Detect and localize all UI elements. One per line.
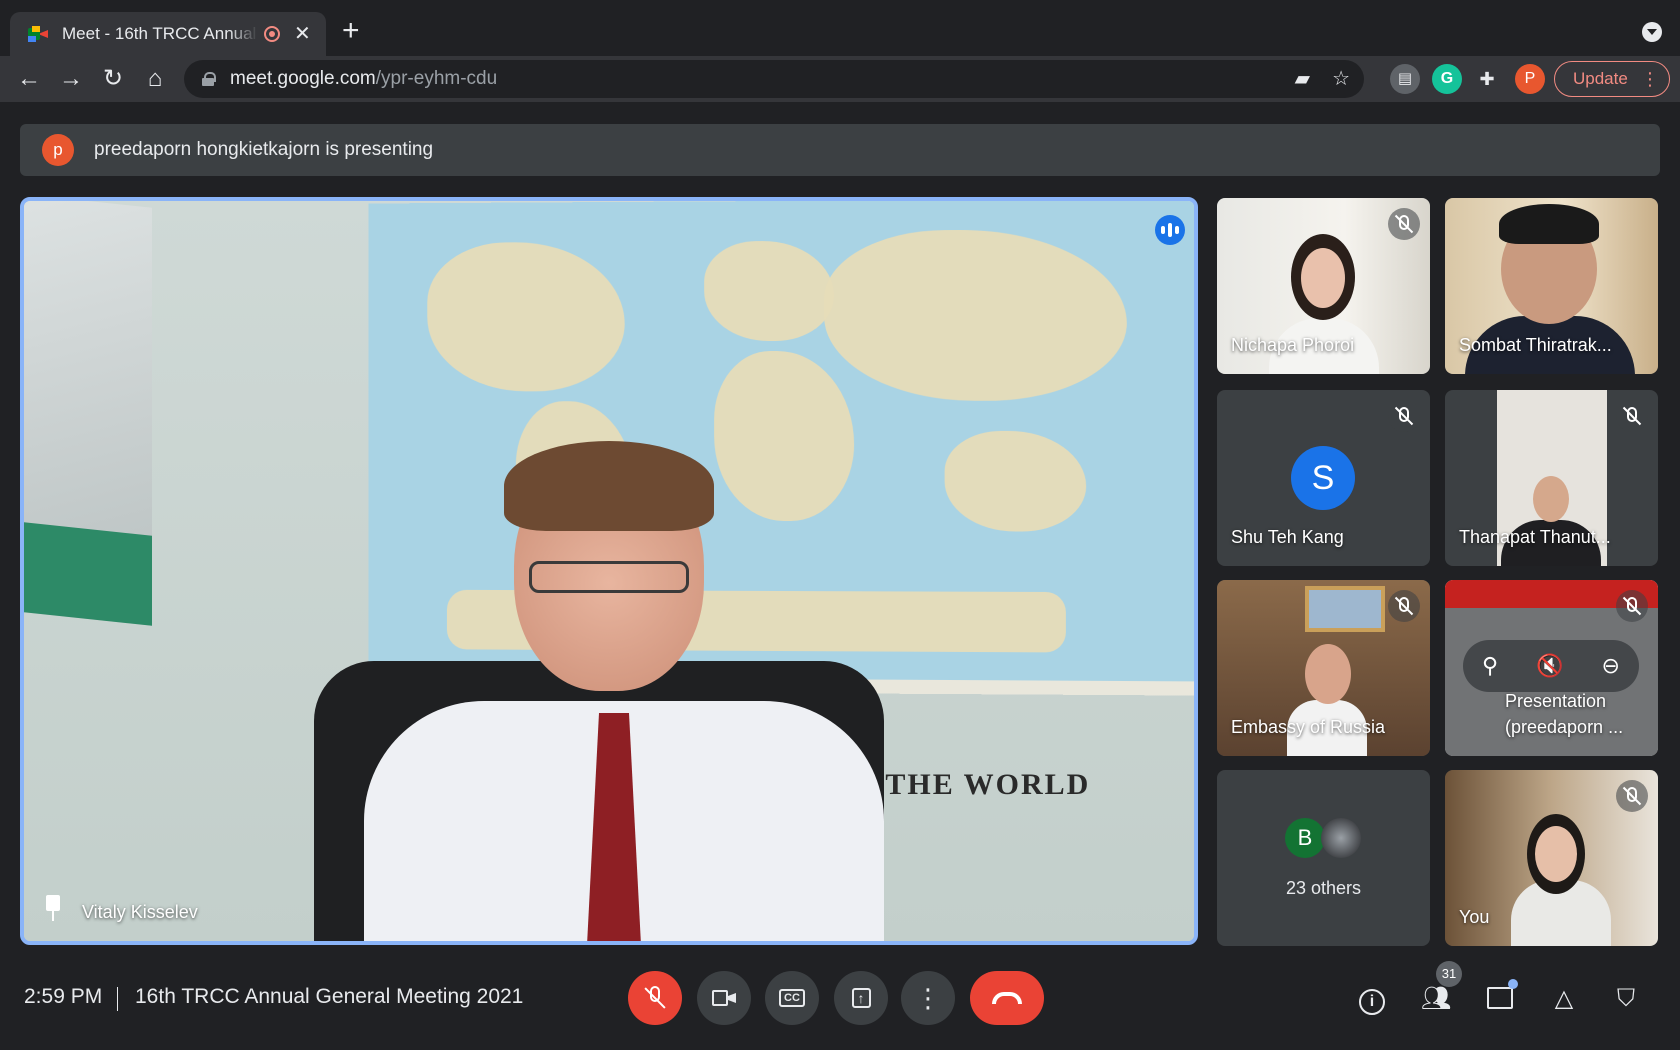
presenter-avatar: p <box>42 134 74 166</box>
chat-icon <box>1487 987 1513 1009</box>
main-speaker-name: Vitaly Kisselev <box>82 902 198 922</box>
participant-name: Shu Teh Kang <box>1231 527 1344 547</box>
leave-call-button[interactable] <box>970 971 1044 1025</box>
others-tile[interactable]: B 23 others <box>1217 770 1430 946</box>
grammarly-icon[interactable]: G <box>1432 64 1462 94</box>
host-controls-button[interactable]: ⛉ <box>1610 983 1642 1015</box>
info-icon: i <box>1359 989 1385 1015</box>
main-speaker-tile[interactable]: แผนที่โลก THE WORLD Vitaly Kisselev <box>20 197 1198 945</box>
address-bar[interactable]: meet.google.com/ypr-eyhm-cdu ▰ ☆ <box>184 60 1364 98</box>
more-vert-icon: ⋮ <box>915 982 941 1013</box>
recording-icon <box>264 26 280 42</box>
presenting-text: preedaporn hongkietkajorn is presenting <box>94 139 434 160</box>
participant-name: Nichapa Phoroi <box>1231 335 1355 355</box>
mic-off-icon <box>1616 590 1648 622</box>
participant-count-badge: 31 <box>1436 961 1462 987</box>
url-host: meet.google.com <box>230 68 376 89</box>
url-path: /ypr-eyhm-cdu <box>375 68 498 89</box>
participant-avatar <box>1321 818 1361 858</box>
more-options-button[interactable]: ⋮ <box>901 971 955 1025</box>
meeting-controls-bar: 2:59 PM 16th TRCC Annual General Meeting… <box>0 955 1680 1050</box>
people-button[interactable]: 👥︎ <box>1420 983 1452 1015</box>
home-icon[interactable]: ⌂ <box>140 64 170 94</box>
pin-icon[interactable]: ⚲ <box>1482 653 1498 679</box>
self-name: You <box>1459 907 1490 927</box>
browser-tabbar: Meet - 16th TRCC Annual General Meeting … <box>0 0 1680 56</box>
others-count: 23 others <box>1285 878 1362 898</box>
current-time: 2:59 PM <box>24 985 103 1008</box>
mute-for-me-icon[interactable]: 🔇 <box>1536 653 1563 679</box>
shield-lock-icon: ⛉ <box>1617 985 1635 1012</box>
tab-close-icon[interactable]: ✕ <box>294 24 311 44</box>
call-end-icon <box>992 992 1022 1004</box>
meeting-details-button[interactable]: i <box>1356 983 1388 1015</box>
update-button[interactable]: Update ⋮ <box>1554 61 1670 97</box>
presentation-name: Presentation (preedaporn ... <box>1505 691 1624 737</box>
captions-button[interactable]: CC <box>765 971 819 1025</box>
reload-icon[interactable]: ↻ <box>98 64 128 94</box>
activities-button[interactable]: △ <box>1548 983 1580 1015</box>
participant-tile[interactable]: S Shu Teh Kang <box>1217 390 1430 566</box>
mic-off-icon <box>644 986 666 1010</box>
bookmark-star-icon[interactable]: ☆ <box>1332 68 1350 90</box>
mic-off-icon <box>1616 780 1648 812</box>
browser-toolbar: ← → ↻ ⌂ meet.google.com/ypr-eyhm-cdu ▰ ☆… <box>0 56 1680 102</box>
speaker-figure <box>344 441 904 941</box>
divider <box>117 987 118 1011</box>
videocam-icon <box>712 990 736 1006</box>
camera-permission-icon[interactable]: ▰ <box>1295 68 1310 90</box>
participant-tile[interactable]: Embassy of Russia <box>1217 580 1430 756</box>
present-now-button[interactable]: ↑ <box>834 971 888 1025</box>
update-label: Update <box>1573 69 1628 88</box>
others-avatars: B <box>1285 818 1361 858</box>
mic-off-icon <box>1388 590 1420 622</box>
participant-name: Thanapat Thanut... <box>1459 527 1611 547</box>
camera-toggle-button[interactable] <box>697 971 751 1025</box>
meet-favicon-icon <box>28 26 48 42</box>
back-arrow-icon[interactable]: ← <box>14 64 44 94</box>
people-icon: 👥︎ <box>1420 985 1452 1012</box>
participant-avatar: S <box>1291 446 1355 510</box>
new-tab-button[interactable]: + <box>342 16 360 46</box>
mic-off-icon <box>1388 400 1420 432</box>
forward-arrow-icon[interactable]: → <box>56 64 86 94</box>
self-tile[interactable]: You <box>1445 770 1658 946</box>
extensions-puzzle-icon[interactable]: ✚ <box>1472 64 1502 94</box>
profile-avatar[interactable]: P <box>1515 64 1545 94</box>
participant-tile[interactable]: Sombat Thiratrak... <box>1445 198 1658 374</box>
closed-caption-icon: CC <box>779 989 805 1007</box>
tab-search-icon[interactable] <box>1642 22 1662 42</box>
extension-chat-icon[interactable]: ▤ <box>1390 64 1420 94</box>
microphone-toggle-button[interactable] <box>628 971 682 1025</box>
browser-tab[interactable]: Meet - 16th TRCC Annual General Meeting … <box>10 12 326 56</box>
remove-icon[interactable]: ⊖ <box>1602 653 1620 679</box>
tile-hover-controls: ⚲ 🔇 ⊖ <box>1463 640 1639 692</box>
chat-notification-dot <box>1508 979 1518 989</box>
wall-poster <box>24 201 152 626</box>
participant-name: Sombat Thiratrak... <box>1459 335 1612 355</box>
more-vert-icon[interactable]: ⋮ <box>1641 69 1659 90</box>
speaking-indicator-icon <box>1155 215 1185 245</box>
mic-off-icon <box>1616 400 1648 432</box>
present-to-all-icon: ↑ <box>851 988 871 1008</box>
participant-tile[interactable]: Nichapa Phoroi <box>1217 198 1430 374</box>
mic-off-icon <box>1388 208 1420 240</box>
participant-avatar: B <box>1285 818 1325 858</box>
participant-tile[interactable]: Thanapat Thanut... <box>1445 390 1658 566</box>
pin-icon[interactable] <box>44 895 62 921</box>
presentation-tile[interactable]: ⚲ 🔇 ⊖ Presentation (preedaporn ... <box>1445 580 1658 756</box>
presenting-banner: p preedaporn hongkietkajorn is presentin… <box>20 124 1660 176</box>
lock-icon[interactable] <box>202 72 216 86</box>
activities-icon: △ <box>1554 985 1574 1012</box>
tab-title: Meet - 16th TRCC Annual General Meeting … <box>62 24 258 43</box>
meeting-title: 16th TRCC Annual General Meeting 2021 <box>135 985 524 1008</box>
participant-name: Embassy of Russia <box>1231 717 1386 737</box>
